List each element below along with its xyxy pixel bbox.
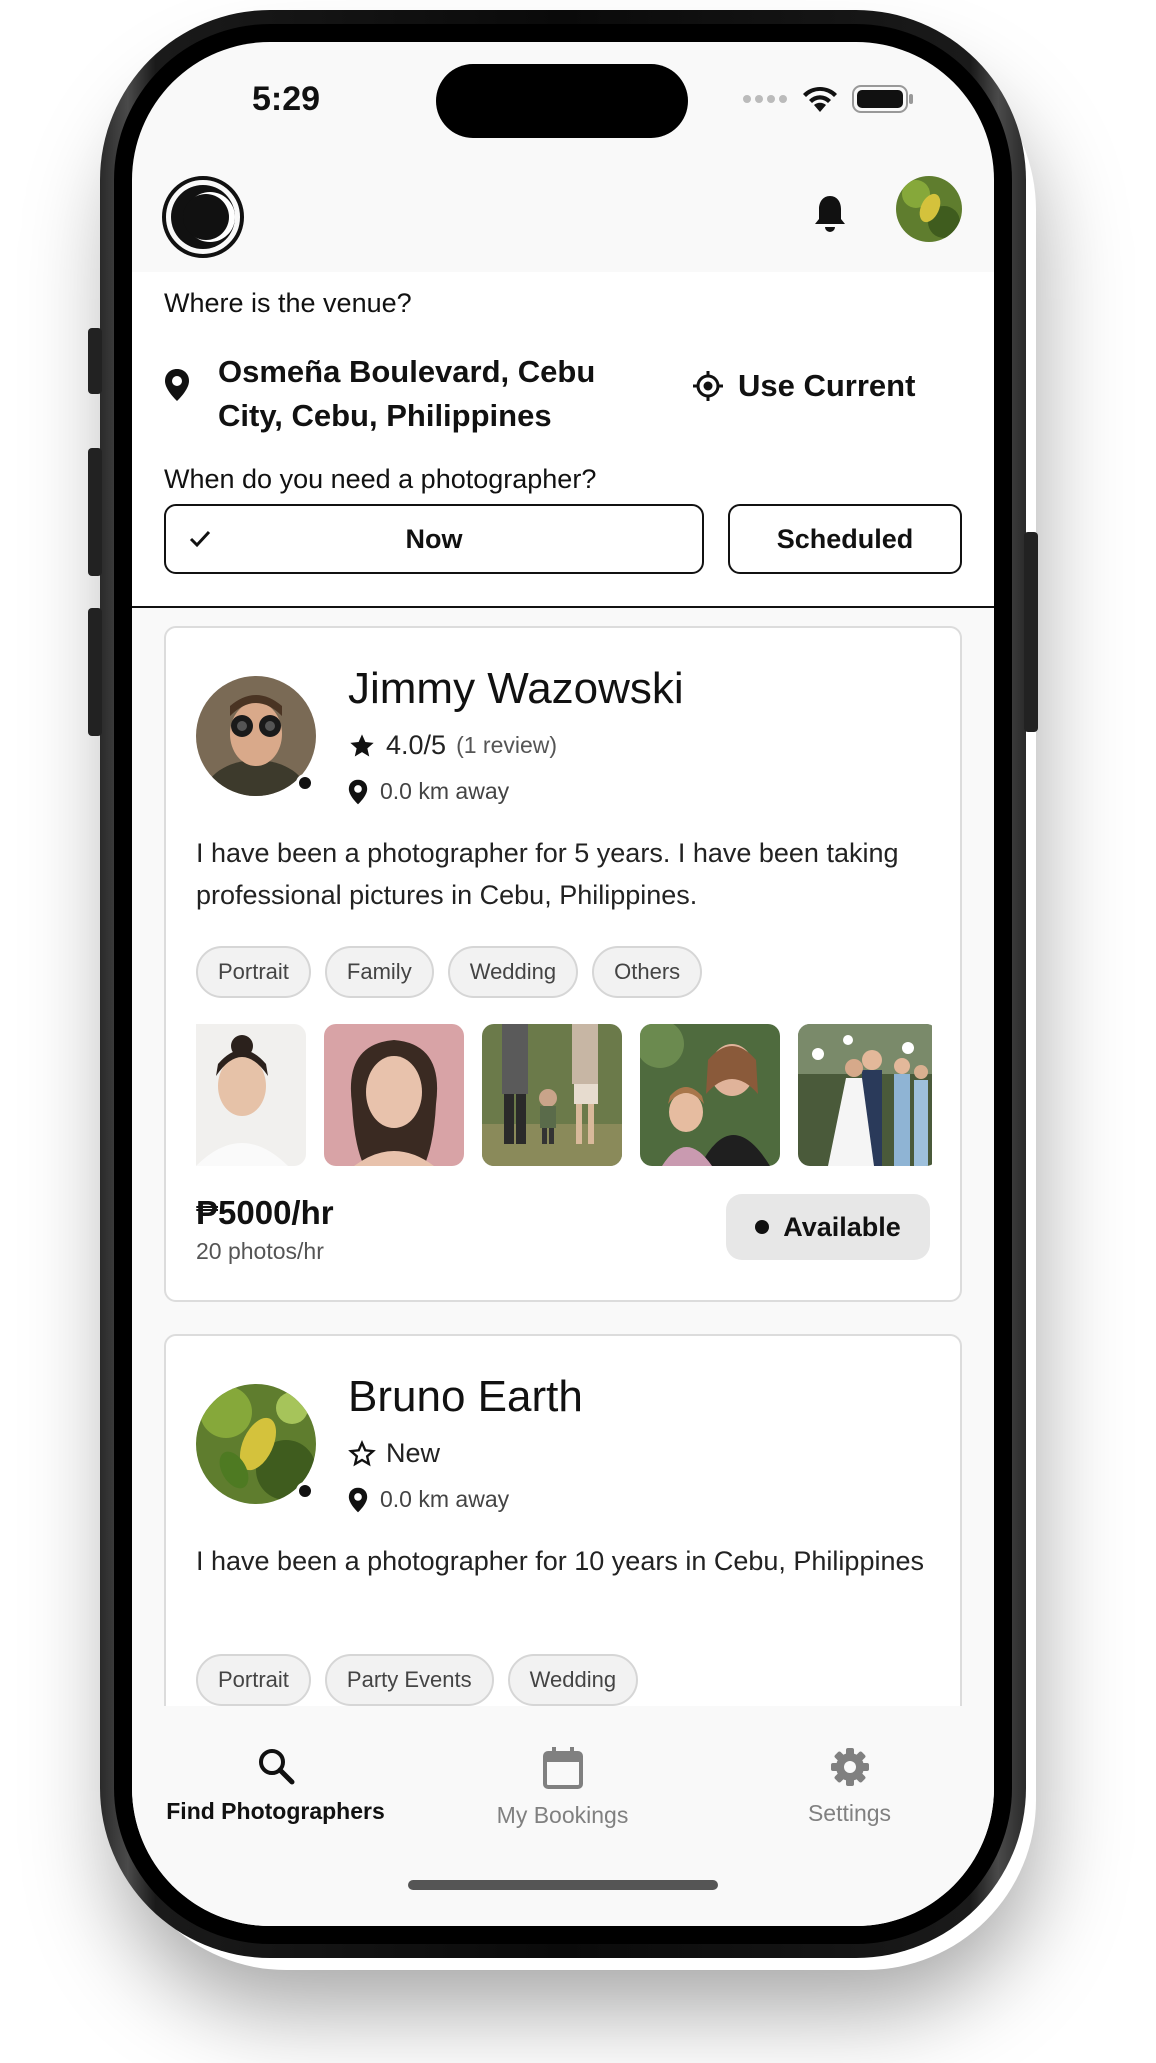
portfolio-photo[interactable] xyxy=(640,1024,780,1166)
nav-label: My Bookings xyxy=(496,1802,629,1828)
tag-chip: Wedding xyxy=(447,946,579,998)
dynamic-island xyxy=(436,64,688,138)
volume-up-button xyxy=(88,448,102,576)
distance-value: 0.0 km away xyxy=(380,778,510,804)
now-toggle-button[interactable]: Now xyxy=(164,504,704,574)
action-button xyxy=(88,328,102,394)
portfolio-photo[interactable] xyxy=(482,1024,622,1166)
portfolio-gallery[interactable] xyxy=(196,1024,932,1166)
bell-icon xyxy=(815,196,845,232)
photographer-name[interactable]: Jimmy Wazowski xyxy=(348,664,684,714)
photographer-card[interactable]: Jimmy Wazowski 4.0/5 (1 review) 0.0 km a… xyxy=(164,626,962,1302)
photographer-name[interactable]: Bruno Earth xyxy=(348,1372,583,1422)
timing-question: When do you need a photographer? xyxy=(164,464,597,494)
portfolio-photo[interactable] xyxy=(324,1024,464,1166)
bottom-navigation: Find Photographers My Bookings Settings xyxy=(132,1706,994,1926)
venue-address[interactable]: Osmeña Boulevard, Cebu City, Cebu, Phili… xyxy=(218,350,638,438)
map-pin-icon xyxy=(165,369,189,401)
photographer-bio: I have been a photographer for 10 years … xyxy=(196,1546,924,1576)
tag-chip: Portrait xyxy=(196,946,311,998)
status-dot-icon xyxy=(755,1220,770,1234)
nav-settings[interactable]: Settings xyxy=(706,1746,993,1827)
app-screen: 5:29 Where is the venue? Osmeña Boulevar… xyxy=(132,42,994,1926)
user-avatar[interactable] xyxy=(896,176,962,242)
family-walking-photo xyxy=(482,1024,622,1166)
search-panel: Where is the venue? Osmeña Boulevard, Ce… xyxy=(132,272,994,608)
tag-chip: Family xyxy=(324,946,434,998)
online-status-dot xyxy=(296,774,314,792)
distance-row: 0.0 km away xyxy=(348,778,509,805)
photographer-card[interactable]: Bruno Earth New 0.0 km away I have been … xyxy=(164,1334,962,1706)
app-logo[interactable] xyxy=(162,176,244,258)
checkmark-icon xyxy=(189,530,211,548)
tag-chip: Wedding xyxy=(507,1654,639,1706)
camera-aperture-logo-icon xyxy=(171,185,235,249)
scheduled-label: Scheduled xyxy=(776,523,914,554)
status-time: 5:29 xyxy=(252,80,321,118)
star-filled-icon xyxy=(350,733,374,756)
photos-per-hour: 20 photos/hr xyxy=(196,1238,324,1264)
tag-chip: Others xyxy=(592,946,703,998)
rating-value: 4.0/5 xyxy=(386,730,447,760)
woman-pink-backdrop-photo xyxy=(324,1024,464,1166)
cellular-signal-icon xyxy=(743,95,787,103)
online-status-dot xyxy=(296,1482,314,1500)
wedding-couple-photo xyxy=(798,1024,932,1166)
portfolio-photo[interactable] xyxy=(798,1024,932,1166)
calendar-icon xyxy=(542,1747,583,1789)
woman-portrait-photo xyxy=(196,1024,306,1166)
use-current-label: Use Current xyxy=(738,368,916,403)
home-indicator[interactable] xyxy=(408,1880,718,1890)
rating-row: New xyxy=(348,1438,440,1469)
hourly-price: ₱5000/hr xyxy=(196,1194,334,1231)
nav-my-bookings[interactable]: My Bookings xyxy=(419,1746,706,1829)
availability-label: Available xyxy=(783,1211,901,1242)
tag-chip: Portrait xyxy=(196,1654,311,1706)
rating-value: New xyxy=(386,1438,441,1468)
specialty-tags: Portrait Party Events Wedding xyxy=(196,1654,639,1706)
availability-badge[interactable]: Available xyxy=(726,1194,930,1260)
mother-daughter-photo xyxy=(640,1024,780,1166)
notifications-button[interactable] xyxy=(812,194,848,239)
photographer-bio: I have been a photographer for 5 years. … xyxy=(196,838,899,910)
nav-find-photographers[interactable]: Find Photographers xyxy=(132,1746,419,1825)
crosshair-location-icon xyxy=(693,371,723,401)
volume-down-button xyxy=(88,608,102,736)
map-pin-icon xyxy=(348,779,368,804)
distance-row: 0.0 km away xyxy=(348,1486,509,1513)
photographer-list[interactable]: Jimmy Wazowski 4.0/5 (1 review) 0.0 km a… xyxy=(132,610,994,1706)
star-outline-icon xyxy=(348,1439,376,1466)
map-pin-icon xyxy=(348,1487,368,1512)
venue-address-row[interactable]: Osmeña Boulevard, Cebu City, Cebu, Phili… xyxy=(164,342,964,442)
use-current-location-button[interactable]: Use Current xyxy=(692,368,915,404)
power-button xyxy=(1024,532,1038,732)
wifi-icon xyxy=(803,86,837,112)
portfolio-photo[interactable] xyxy=(196,1024,306,1166)
status-icons xyxy=(742,84,914,114)
review-count: (1 review) xyxy=(456,732,558,758)
battery-icon xyxy=(852,85,913,113)
specialty-tags: Portrait Family Wedding Others xyxy=(196,946,703,998)
tag-chip: Party Events xyxy=(324,1654,494,1706)
distance-value: 0.0 km away xyxy=(380,1486,510,1512)
leaf-avatar-image xyxy=(896,176,962,242)
now-label: Now xyxy=(405,523,463,554)
rating-row: 4.0/5 (1 review) xyxy=(348,730,557,761)
status-bar: 5:29 xyxy=(132,42,994,162)
venue-question: Where is the venue? xyxy=(164,288,412,318)
search-icon xyxy=(258,1749,294,1785)
nav-label: Settings xyxy=(807,1800,892,1826)
scheduled-toggle-button[interactable]: Scheduled xyxy=(728,504,962,574)
nav-label: Find Photographers xyxy=(166,1798,385,1824)
app-header xyxy=(132,172,994,272)
gear-icon xyxy=(830,1748,869,1786)
